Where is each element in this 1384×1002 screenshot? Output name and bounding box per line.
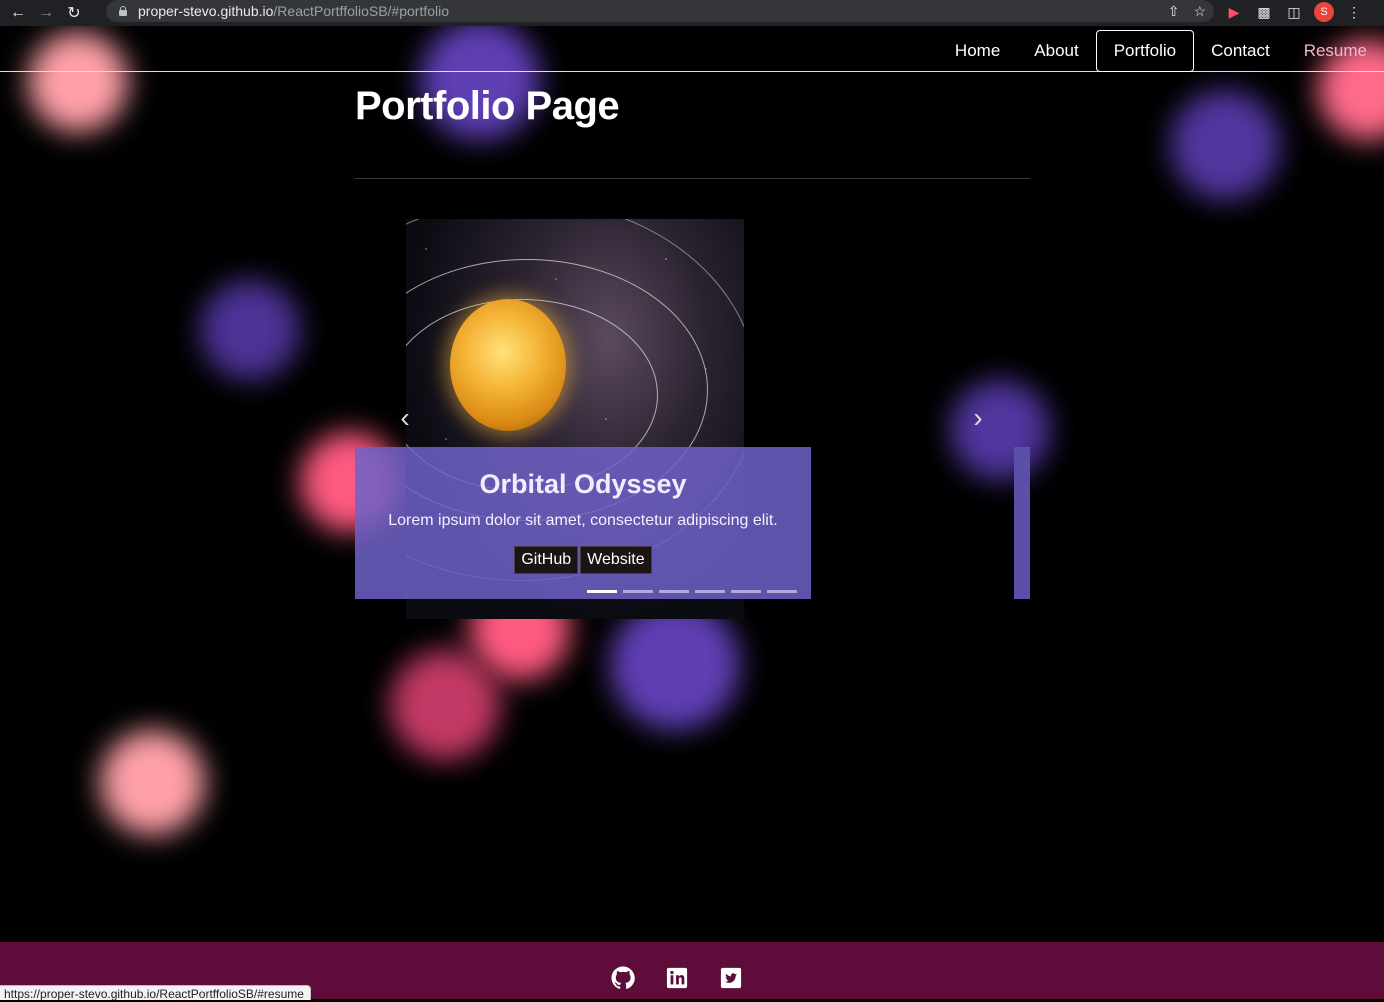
github-button[interactable]: GitHub	[514, 546, 579, 574]
github-icon[interactable]	[611, 966, 635, 990]
status-bar-url: https://proper-stevo.github.io/ReactPort…	[0, 985, 311, 1001]
extension-record-icon[interactable]: ▶	[1224, 2, 1244, 22]
chevron-right-icon[interactable]: ›	[966, 403, 990, 433]
address-bar[interactable]: proper-stevo.github.io/ReactPortffolioSB…	[106, 0, 1214, 22]
url-host: proper-stevo.github.io	[138, 3, 274, 19]
bokeh-blob	[100, 730, 205, 835]
linkedin-icon[interactable]	[665, 966, 689, 990]
bokeh-blob	[200, 280, 300, 380]
carousel-indicators	[587, 590, 797, 593]
avatar[interactable]: S	[1314, 2, 1334, 22]
side-panel-icon[interactable]: ◫	[1284, 2, 1304, 22]
slide-title: Orbital Odyssey	[479, 469, 687, 499]
carousel-indicator[interactable]	[659, 590, 689, 593]
lock-icon	[118, 6, 128, 16]
twitter-icon[interactable]	[719, 966, 743, 990]
divider	[355, 178, 1030, 179]
nav-home[interactable]: Home	[938, 31, 1017, 71]
sun-image	[450, 299, 566, 431]
portfolio-carousel: ‹ › Orbital Odyssey Lorem ipsum dolor si…	[355, 219, 1030, 619]
bokeh-blob	[610, 600, 740, 730]
browser-toolbar: ← → ↻ proper-stevo.github.io/ReactPortff…	[0, 0, 1384, 26]
carousel-indicator[interactable]	[767, 590, 797, 593]
slide-description: Lorem ipsum dolor sit amet, consectetur …	[388, 512, 778, 529]
carousel-indicator[interactable]	[731, 590, 761, 593]
share-icon[interactable]: ⇧	[1168, 3, 1180, 20]
carousel-indicator[interactable]	[587, 590, 617, 593]
nav-about[interactable]: About	[1017, 31, 1095, 71]
carousel-indicator[interactable]	[695, 590, 725, 593]
site-navbar: Home About Portfolio Contact Resume	[0, 29, 1384, 72]
puzzle-icon[interactable]: ▩	[1254, 2, 1274, 22]
bokeh-blob	[1170, 90, 1280, 200]
more-menu-icon[interactable]: ⋮	[1344, 2, 1364, 22]
chevron-left-icon[interactable]: ‹	[393, 403, 417, 433]
bokeh-blob	[390, 650, 500, 760]
nav-contact[interactable]: Contact	[1194, 31, 1287, 71]
star-icon[interactable]: ☆	[1193, 3, 1206, 20]
slide-caption: Orbital Odyssey Lorem ipsum dolor sit am…	[355, 447, 811, 599]
nav-portfolio[interactable]: Portfolio	[1095, 29, 1195, 72]
url-path: /ReactPortffolioSB/#portfolio	[273, 3, 450, 19]
nav-resume[interactable]: Resume	[1287, 31, 1384, 71]
page-title: Portfolio Page	[355, 84, 620, 128]
carousel-indicator[interactable]	[623, 590, 653, 593]
website-button[interactable]: Website	[580, 546, 652, 574]
reload-icon[interactable]: ↻	[60, 2, 88, 24]
back-arrow-icon[interactable]: ←	[4, 2, 32, 24]
forward-arrow-icon[interactable]: →	[32, 2, 60, 24]
next-slide-peek	[1014, 447, 1030, 599]
